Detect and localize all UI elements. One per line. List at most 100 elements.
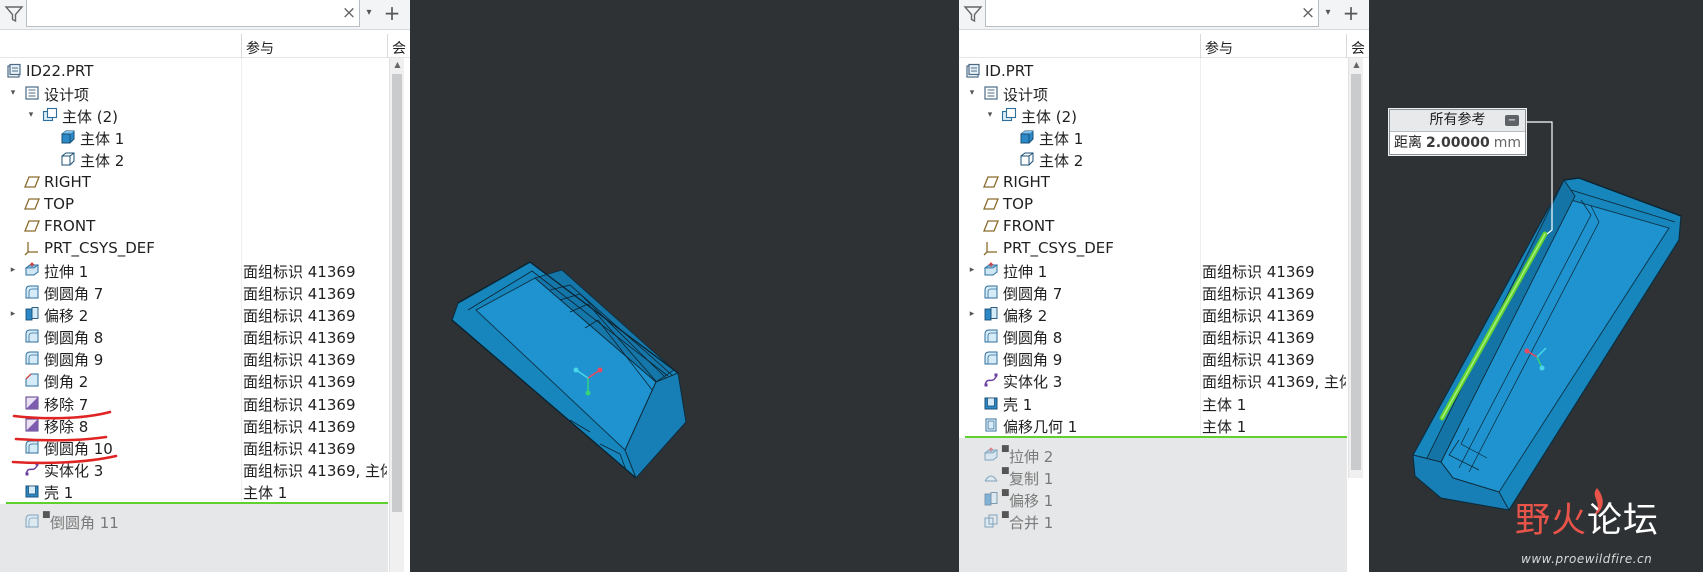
tree-row[interactable]: FRONT bbox=[0, 214, 388, 238]
tree-row[interactable]: 主体 2 bbox=[0, 147, 388, 171]
chevron-down-icon[interactable]: ▾ bbox=[967, 87, 977, 99]
tree-row[interactable]: ■ 合并 1 bbox=[959, 509, 1347, 533]
clear-search-icon[interactable]: × bbox=[340, 2, 358, 24]
tree-row[interactable]: TOP bbox=[959, 192, 1347, 216]
tree-row[interactable]: FRONT bbox=[959, 214, 1347, 238]
tree-row-reference: 面组标识 41369 bbox=[243, 439, 356, 458]
filter-icon[interactable] bbox=[963, 4, 983, 24]
tree-row[interactable]: ▾ 主体 (2) bbox=[959, 103, 1347, 127]
tree-row[interactable]: ■ 拉伸 2 bbox=[959, 443, 1347, 467]
tree-row-reference: 面组标识 41369, 主体 bbox=[1202, 373, 1346, 392]
tree-row[interactable]: 主体 2 bbox=[959, 147, 1347, 171]
tray-model[interactable] bbox=[410, 0, 959, 572]
tree-row-label: 倒圆角 11 bbox=[50, 514, 119, 532]
column-header-clipped[interactable]: 会 bbox=[392, 38, 406, 58]
graphics-viewport-right[interactable] bbox=[1369, 0, 1703, 572]
tooltip-header: 所有参考 − bbox=[1390, 110, 1525, 132]
watermark-brand-white: 论坛 bbox=[1587, 501, 1660, 541]
tree-row-label: 壳 1 bbox=[1003, 395, 1033, 414]
tree-row[interactable]: ▾ 设计项 bbox=[0, 81, 388, 105]
chevron-down-icon[interactable]: ▾ bbox=[1321, 2, 1335, 24]
datum-plane-icon bbox=[983, 218, 999, 234]
shell-icon bbox=[24, 483, 40, 499]
tree-search-input[interactable] bbox=[985, 0, 1319, 27]
solidify-icon bbox=[983, 372, 999, 388]
tree-row[interactable]: 壳 1 主体 1 bbox=[0, 479, 388, 503]
tree-search-input[interactable] bbox=[26, 0, 360, 27]
tree-row[interactable]: 主体 1 bbox=[0, 125, 388, 149]
filter-icon[interactable] bbox=[4, 4, 24, 24]
extrude-icon bbox=[983, 446, 999, 463]
tree-scrollbar[interactable]: ▲ bbox=[1348, 58, 1363, 478]
tree-row[interactable]: 倒圆角 8 面组标识 41369 bbox=[0, 324, 388, 348]
tree-row[interactable]: TOP bbox=[0, 192, 388, 216]
chevron-down-icon[interactable]: ▾ bbox=[8, 87, 18, 99]
tree-row[interactable]: 倒角 2 面组标识 41369 bbox=[0, 368, 388, 392]
tree-row-label: 偏移 2 bbox=[44, 307, 89, 326]
tree-row[interactable]: 倒圆角 7 面组标识 41369 bbox=[959, 280, 1347, 304]
tree-row-label: TOP bbox=[1003, 194, 1034, 213]
tree-row[interactable]: ▸ 拉伸 1 面组标识 41369 bbox=[959, 258, 1347, 282]
round-icon bbox=[983, 328, 999, 344]
column-header-reference[interactable]: 参与 bbox=[1205, 38, 1233, 58]
scroll-up-icon[interactable]: ▲ bbox=[390, 58, 405, 72]
chevron-right-icon[interactable]: ▸ bbox=[967, 308, 977, 320]
tree-row[interactable]: 壳 1 主体 1 bbox=[959, 391, 1347, 415]
tree-row[interactable]: ▾ 主体 (2) bbox=[0, 103, 388, 127]
tree-row[interactable]: ▾ 设计项 bbox=[959, 81, 1347, 105]
collapse-icon[interactable]: − bbox=[1505, 115, 1519, 126]
column-divider[interactable] bbox=[1200, 34, 1201, 58]
scrollbar-thumb[interactable] bbox=[1351, 74, 1361, 470]
tree-row[interactable]: PRT_CSYS_DEF bbox=[959, 236, 1347, 260]
tree-row[interactable]: 主体 1 bbox=[959, 125, 1347, 149]
clear-search-icon[interactable]: × bbox=[1299, 2, 1317, 24]
scroll-up-icon[interactable]: ▲ bbox=[1349, 58, 1364, 72]
chevron-right-icon[interactable]: ▸ bbox=[8, 308, 18, 320]
tree-row[interactable]: PRT_CSYS_DEF bbox=[0, 236, 388, 260]
tree-row[interactable]: 倒圆角 9 面组标识 41369 bbox=[0, 346, 388, 370]
tree-row[interactable]: RIGHT bbox=[959, 170, 1347, 194]
add-column-icon[interactable]: + bbox=[1341, 1, 1361, 25]
chevron-right-icon[interactable]: ▸ bbox=[967, 264, 977, 276]
tree-row[interactable]: 倒圆角 9 面组标识 41369 bbox=[959, 346, 1347, 370]
model-tree-panel-right: × ▾ + 参与 会 ID.PRT ▾ 设计项 ▾ 主体 (2) 主体 1 主体 2 RIGH… bbox=[959, 0, 1369, 572]
chevron-down-icon[interactable]: ▾ bbox=[985, 109, 995, 121]
column-divider[interactable] bbox=[241, 34, 242, 58]
column-divider[interactable] bbox=[1346, 34, 1347, 58]
model-tree-panel-left: × ▾ + 参与 会 ID22.PRT ▾ 设计项 ▾ 主体 (2) 主体 1 主体 2 RI… bbox=[0, 0, 410, 572]
tree-row[interactable]: 偏移几何 1 主体 1 bbox=[959, 413, 1347, 437]
add-column-icon[interactable]: + bbox=[382, 1, 402, 25]
tree-row[interactable]: ▸ 拉伸 1 面组标识 41369 bbox=[0, 258, 388, 282]
tree-row[interactable]: ■ 倒圆角 11 bbox=[0, 509, 388, 533]
distance-value[interactable]: 2.00000 bbox=[1426, 135, 1490, 151]
tree-scrollbar[interactable]: ▲ bbox=[389, 58, 404, 572]
tree-row[interactable]: ■ 复制 1 bbox=[959, 465, 1347, 489]
tree-row[interactable]: ID.PRT bbox=[959, 59, 1347, 83]
tree-row[interactable]: ▸ 偏移 2 面组标识 41369 bbox=[0, 302, 388, 326]
graphics-viewport-left[interactable] bbox=[410, 0, 959, 572]
tree-row[interactable]: 倒圆角 8 面组标识 41369 bbox=[959, 324, 1347, 348]
column-header-reference[interactable]: 参与 bbox=[246, 38, 274, 58]
tree-row[interactable]: 实体化 3 面组标识 41369, 主体 bbox=[959, 368, 1347, 392]
tree-row-reference: 面组标识 41369 bbox=[1202, 307, 1315, 326]
tree-row-label: RIGHT bbox=[1003, 172, 1050, 191]
column-header-clipped[interactable]: 会 bbox=[1351, 38, 1365, 58]
tree-row-label: 倒圆角 7 bbox=[1003, 285, 1063, 303]
tree-row[interactable]: 倒圆角 7 面组标识 41369 bbox=[0, 280, 388, 304]
tree-row[interactable]: ■ 偏移 1 bbox=[959, 487, 1347, 511]
tray-model-with-offset-edge[interactable] bbox=[1369, 0, 1703, 572]
reference-tooltip[interactable]: 所有参考 − 距离 2.00000 mm bbox=[1389, 109, 1526, 155]
column-divider[interactable] bbox=[387, 34, 388, 58]
tree-row[interactable]: ▸ 偏移 2 面组标识 41369 bbox=[959, 302, 1347, 326]
tree-row-label: PRT_CSYS_DEF bbox=[44, 238, 155, 257]
offset-icon bbox=[24, 306, 40, 322]
part-icon bbox=[6, 63, 22, 79]
chevron-down-icon[interactable]: ▾ bbox=[26, 109, 36, 121]
chevron-down-icon[interactable]: ▾ bbox=[362, 2, 376, 24]
tree-column-header: 参与 会 bbox=[959, 34, 1369, 58]
scrollbar-thumb[interactable] bbox=[392, 74, 402, 512]
chevron-right-icon[interactable]: ▸ bbox=[8, 264, 18, 276]
distance-row[interactable]: 距离 2.00000 mm bbox=[1390, 132, 1525, 154]
tree-row[interactable]: RIGHT bbox=[0, 170, 388, 194]
tree-row[interactable]: ID22.PRT bbox=[0, 59, 388, 83]
